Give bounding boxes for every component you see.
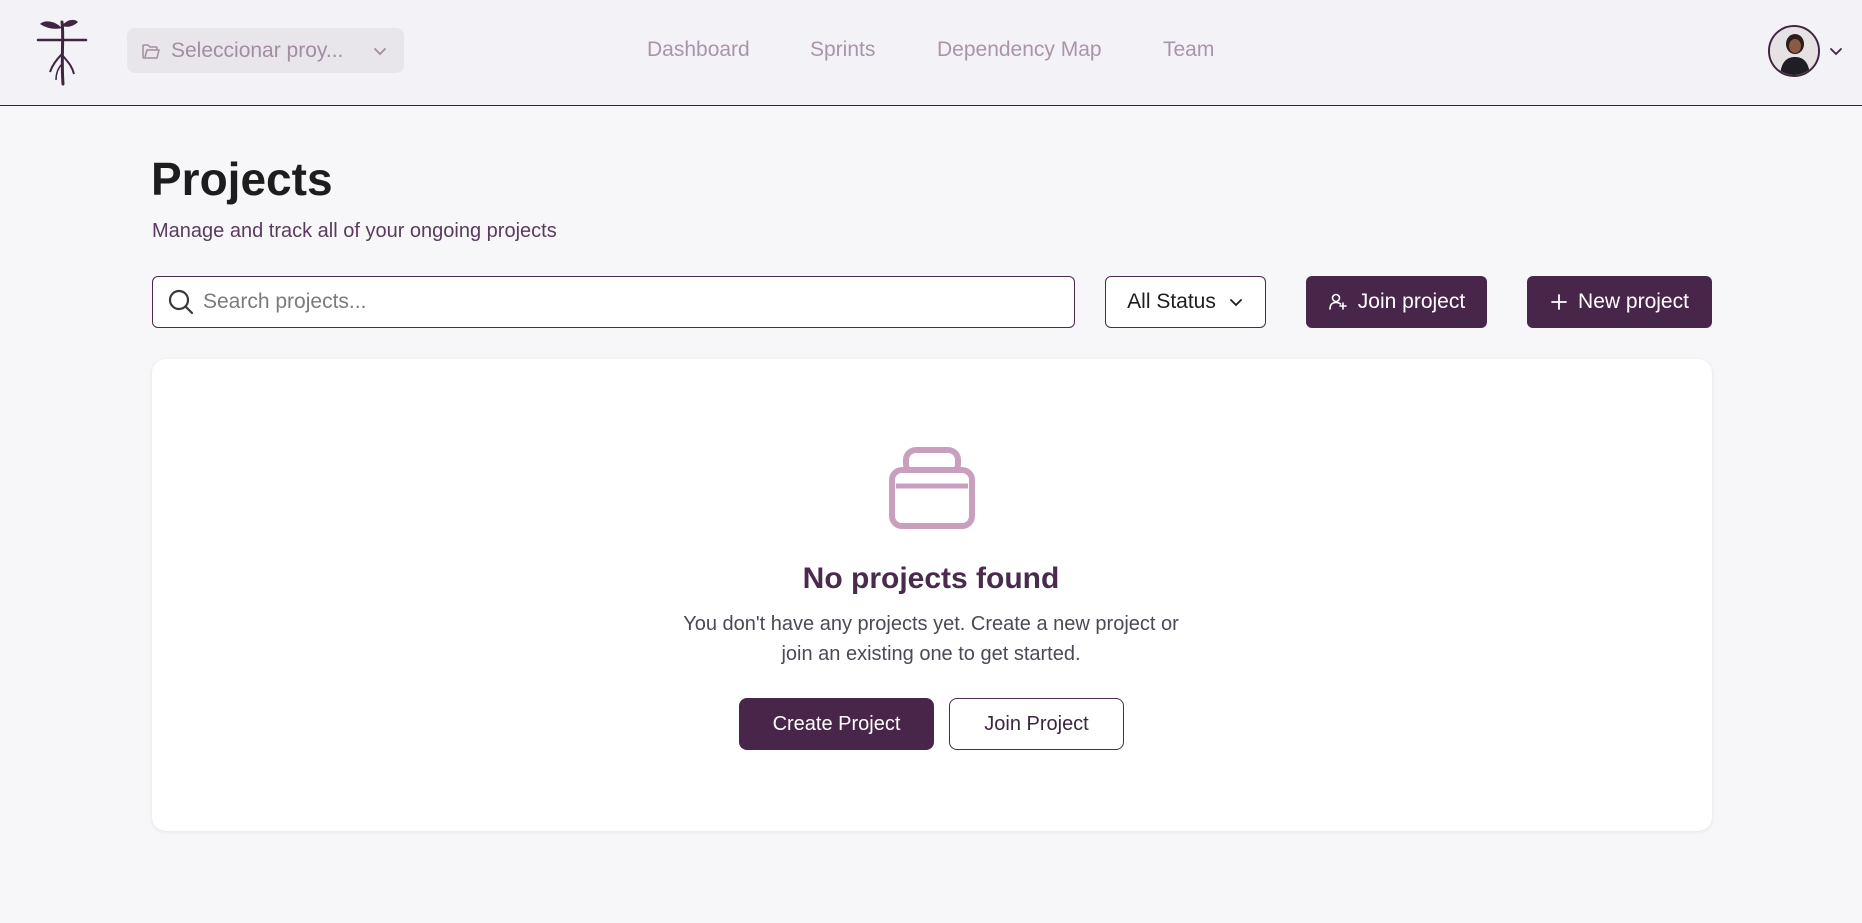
status-filter-value: All Status [1127,290,1216,313]
empty-state-line-2: join an existing one to get started. [781,643,1081,665]
user-menu[interactable] [1768,25,1844,77]
search-icon [168,289,194,315]
logo-icon[interactable] [34,16,90,86]
nav-dashboard[interactable]: Dashboard [647,38,750,62]
folder-icon [142,43,160,59]
new-project-label: New project [1578,290,1689,313]
create-project-button[interactable]: Create Project [739,698,934,750]
join-project-outline-button[interactable]: Join Project [949,698,1124,750]
empty-state-title: No projects found [802,562,1060,595]
chevron-down-icon [1830,48,1842,56]
user-photo [1770,27,1818,75]
empty-state-text: You don't have any projects yet. Create … [655,609,1207,669]
plus-icon [1551,294,1567,310]
new-project-button[interactable]: New project [1527,276,1712,328]
avatar[interactable] [1768,25,1820,77]
user-plus-icon [1328,293,1347,310]
search-input[interactable] [203,290,1074,314]
top-navbar: Seleccionar proy... Dashboard Sprints De… [0,0,1862,106]
project-selector-label: Seleccionar proy... [171,38,344,62]
nav-team[interactable]: Team [1163,38,1214,62]
chevron-down-icon [1229,299,1242,307]
join-project-button[interactable]: Join project [1306,276,1487,328]
nav-sprints[interactable]: Sprints [810,38,875,62]
project-selector[interactable]: Seleccionar proy... [127,28,404,73]
chevron-down-icon [374,47,386,55]
empty-state-line-1: You don't have any projects yet. Create … [683,613,1179,635]
search-box [152,276,1075,328]
nav-dependency-map[interactable]: Dependency Map [937,38,1102,62]
archive-icon [889,447,975,529]
status-filter-select[interactable]: All Status [1105,276,1266,328]
join-project-label: Join project [1357,290,1466,313]
page-subtitle: Manage and track all of your ongoing pro… [152,220,557,242]
page-title: Projects [151,153,333,205]
